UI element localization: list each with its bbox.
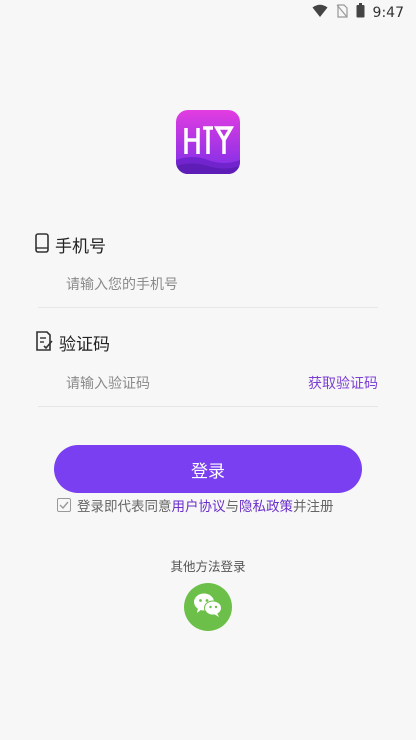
agreement-conjunction: 与 [225,499,240,515]
document-check-icon [35,330,53,355]
login-screen: 9:47 手机号 请输入您的手机号 验证码 请输入验证码 获取验证码 登录 登录… [0,0,416,740]
user-agreement-link[interactable]: 用户协议 [172,499,226,515]
checkmark-icon [59,501,69,510]
phone-input-row [38,262,378,308]
code-input[interactable] [66,371,296,397]
code-input-row: 获取验证码 [38,361,378,407]
phone-label-text: 手机号 [55,237,106,257]
agreement-prefix: 登录即代表同意 [77,499,172,515]
status-icons: 9:47 [312,3,404,22]
code-label: 验证码 [35,330,110,355]
phone-label: 手机号 [35,232,106,257]
app-logo [176,110,240,174]
status-bar: 9:47 [0,0,416,24]
agreement: 登录即代表同意用户协议与隐私政策并注册 [57,495,334,515]
battery-icon [356,3,365,22]
no-sim-icon [336,3,348,22]
phone-input[interactable] [66,272,296,298]
code-label-text: 验证码 [59,335,110,355]
other-login-title: 其他方法登录 [170,559,246,574]
phone-icon [35,232,49,257]
status-time: 9:47 [372,4,404,21]
agreement-suffix: 并注册 [293,499,334,515]
get-code-button[interactable]: 获取验证码 [308,373,378,393]
login-button[interactable]: 登录 [54,445,362,493]
privacy-policy-link[interactable]: 隐私政策 [239,499,293,515]
wechat-icon [193,592,223,622]
wifi-icon [312,3,328,22]
wechat-login-button[interactable] [184,583,232,631]
agreement-checkbox[interactable] [57,498,71,512]
